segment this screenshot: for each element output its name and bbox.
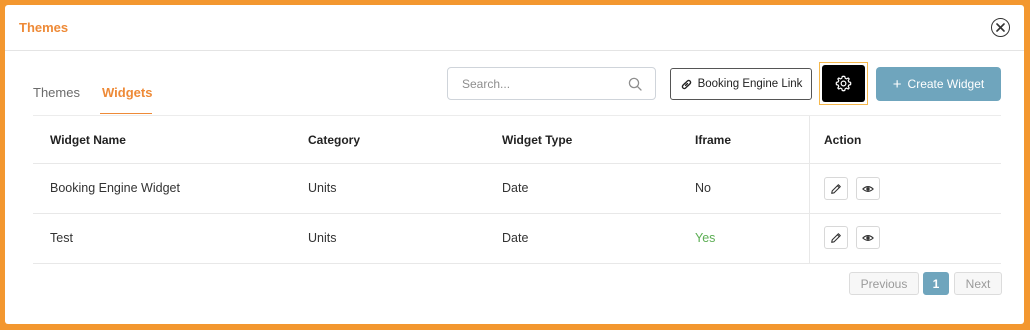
search-box: [447, 67, 656, 100]
tab-themes[interactable]: Themes: [33, 85, 80, 100]
view-button[interactable]: [856, 226, 880, 249]
header-divider: [33, 163, 1001, 164]
iframe-cell: No: [695, 181, 711, 195]
eye-icon: [862, 185, 874, 192]
view-button[interactable]: [856, 177, 880, 200]
previous-page-button[interactable]: Previous: [849, 272, 919, 295]
close-icon: [996, 23, 1005, 32]
settings-icon: [835, 75, 852, 92]
column-header-category: Category: [308, 133, 361, 147]
widget-name-cell: Booking Engine Widget: [50, 181, 180, 195]
create-widget-label: Create Widget: [907, 77, 985, 91]
action-column-divider: [809, 116, 810, 264]
themes-modal: Themes Themes Widgets Booking Engine Lin…: [5, 5, 1024, 324]
modal-header: Themes: [5, 5, 1024, 51]
link-icon: [681, 79, 691, 89]
booking-engine-link-label: Booking Engine Link: [697, 78, 803, 90]
column-header-widget-name: Widget Name: [50, 133, 126, 147]
edit-icon: [831, 232, 841, 243]
category-cell: Units: [308, 231, 337, 245]
tab-widgets[interactable]: Widgets: [102, 85, 152, 100]
modal-title: Themes: [19, 20, 69, 35]
iframe-cell: Yes: [695, 231, 716, 245]
column-header-widget-type: Widget Type: [502, 133, 573, 147]
widget-type-cell: Date: [502, 181, 529, 195]
page-1-button[interactable]: 1: [923, 272, 949, 295]
settings-button[interactable]: [822, 65, 865, 102]
create-widget-button[interactable]: + Create Widget: [876, 67, 1001, 101]
widget-name-cell: Test: [50, 231, 73, 245]
eye-icon: [862, 234, 874, 241]
search-icon: [628, 77, 642, 91]
category-cell: Units: [308, 181, 337, 195]
active-tab-indicator: [100, 113, 152, 114]
plus-icon: +: [892, 75, 902, 93]
table-bottom-divider: [33, 263, 1001, 264]
next-page-button[interactable]: Next: [954, 272, 1002, 295]
booking-engine-link-button[interactable]: Booking Engine Link: [670, 68, 812, 100]
column-header-iframe: Iframe: [695, 133, 732, 147]
edit-button[interactable]: [824, 177, 848, 200]
widget-type-cell: Date: [502, 231, 529, 245]
edit-button[interactable]: [824, 226, 848, 249]
edit-icon: [831, 183, 841, 194]
search-input[interactable]: [462, 76, 622, 92]
column-header-action: Action: [824, 133, 862, 147]
close-button[interactable]: [991, 18, 1010, 37]
tabs-divider: [33, 115, 1001, 116]
row-divider: [33, 213, 1001, 214]
